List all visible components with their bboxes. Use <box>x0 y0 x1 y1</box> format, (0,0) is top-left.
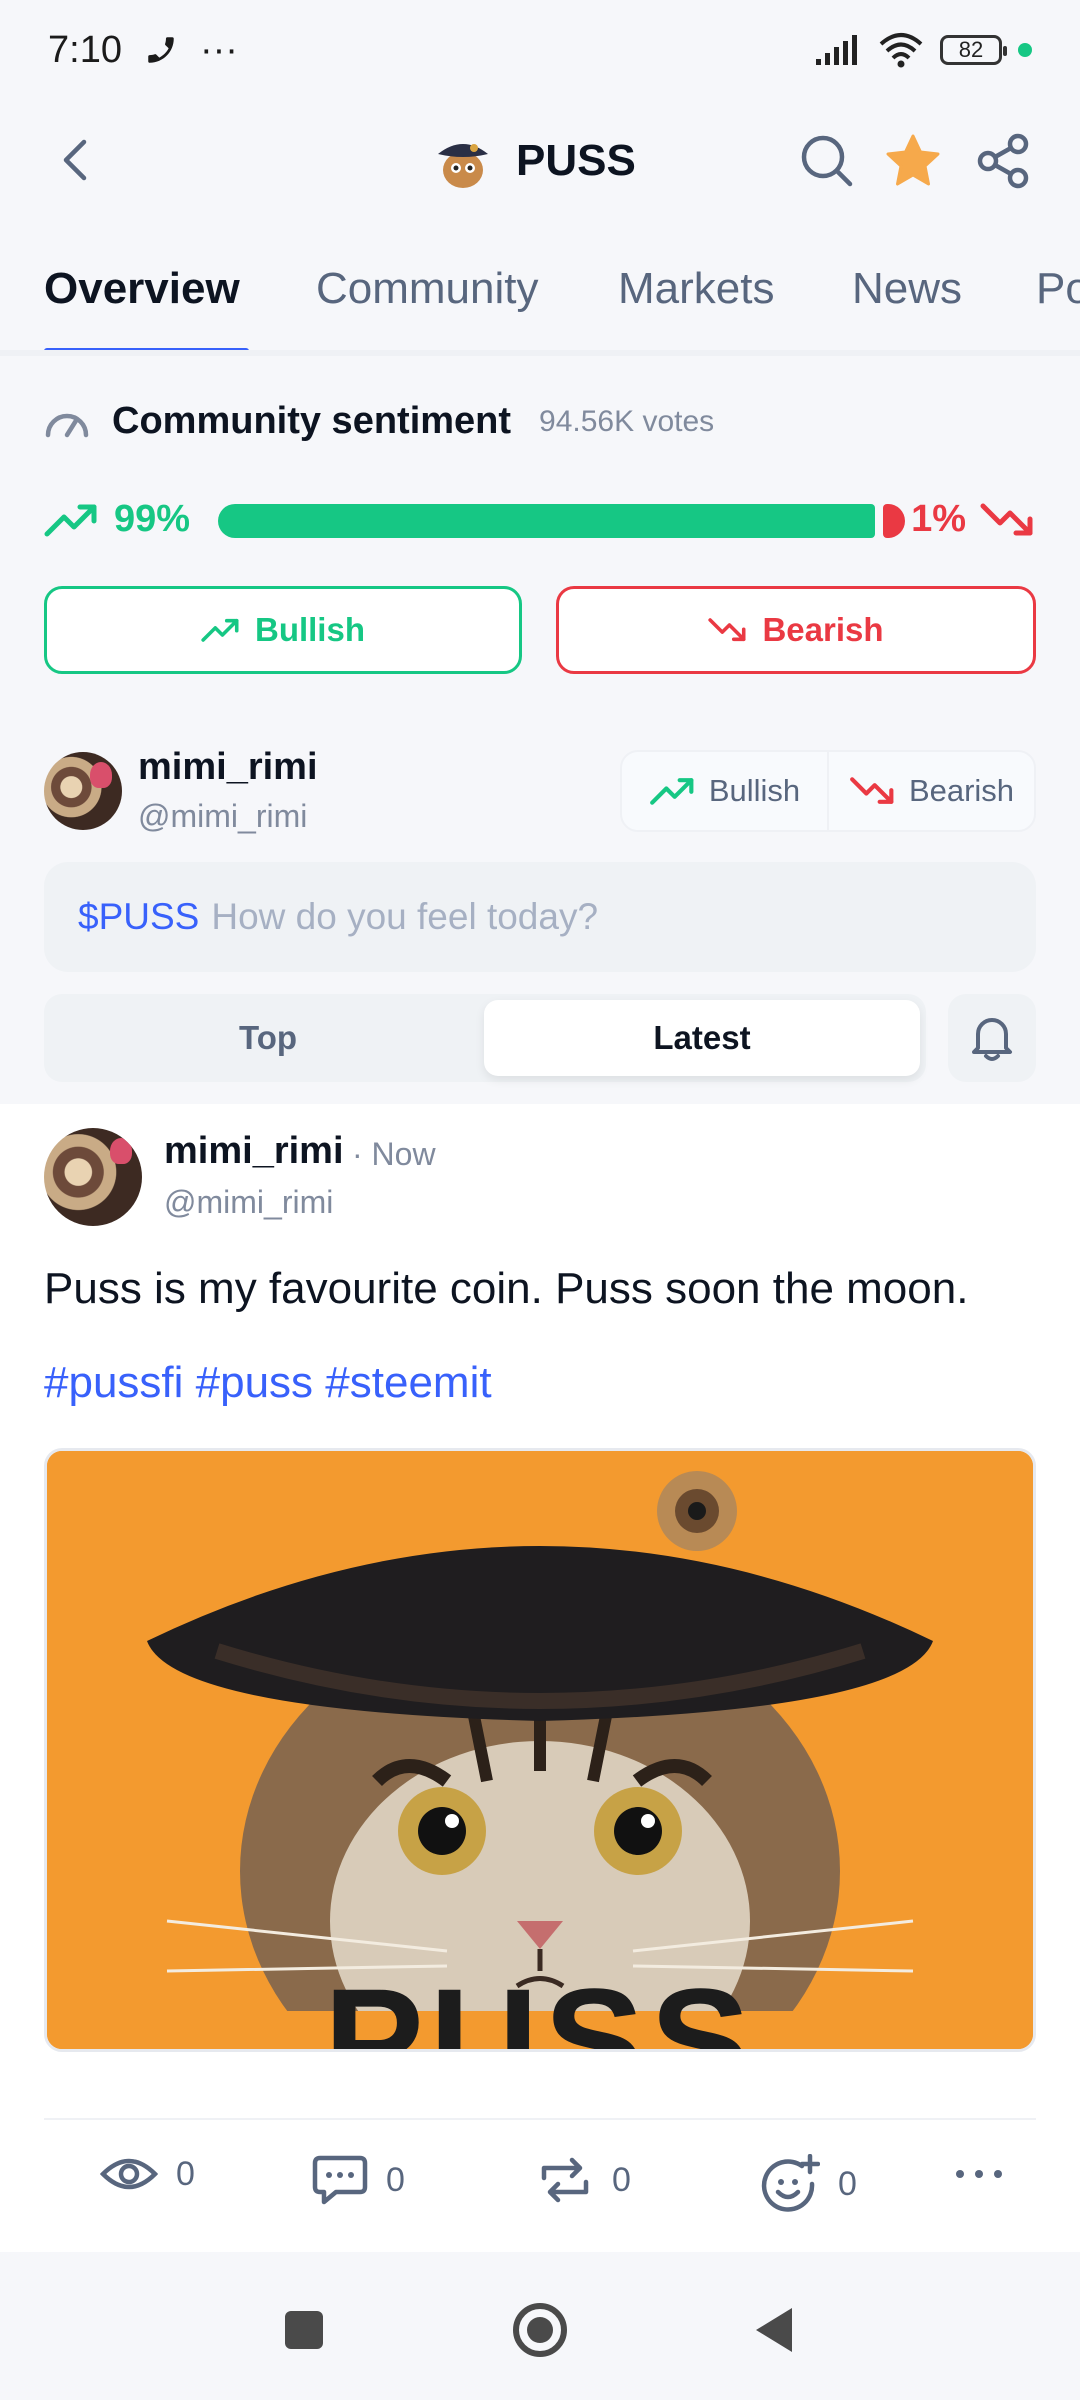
more-icon <box>956 2170 1002 2178</box>
comment-action[interactable]: 0 <box>312 2154 405 2206</box>
tag-bearish-button[interactable]: Bearish <box>827 752 1034 830</box>
system-nav-bar <box>0 2268 1080 2400</box>
sentiment-header: Community sentiment 94.56K votes <box>44 400 714 443</box>
reactions-count: 0 <box>838 2164 857 2203</box>
repost-icon <box>541 2157 589 2203</box>
comments-count: 0 <box>386 2160 405 2199</box>
notification-button[interactable] <box>948 994 1036 1082</box>
coin-logo-icon <box>438 144 488 188</box>
tab-overview[interactable]: Overview <box>44 264 240 314</box>
top-header: PUSS <box>0 110 1080 210</box>
composer-placeholder: How do you feel today? <box>211 896 599 937</box>
tab-community[interactable]: Community <box>316 264 539 314</box>
post-body: Puss is my favourite coin. Puss soon the… <box>44 1264 969 1313</box>
feed-sort-control: Top Latest <box>44 994 926 1082</box>
vote-bearish-button[interactable]: Bearish <box>556 586 1036 674</box>
trend-down-icon <box>980 503 1033 535</box>
section-tabs: Overview Community Markets News Po <box>0 240 1080 356</box>
bearish-percentage: 1% <box>911 498 1036 541</box>
privacy-indicator <box>1018 43 1032 57</box>
phone-icon <box>148 37 174 63</box>
avatar[interactable] <box>44 1128 142 1226</box>
battery-icon: 82 <box>940 35 1007 65</box>
tab-news[interactable]: News <box>852 264 962 314</box>
trend-down-icon <box>708 618 746 642</box>
avatar <box>44 752 122 830</box>
bearish-pct-text: 1% <box>911 498 966 540</box>
bell-icon <box>972 1018 1012 1061</box>
wifi-icon <box>879 33 923 68</box>
active-tab-indicator <box>44 348 249 350</box>
tab-portfolio[interactable]: Po <box>1036 264 1080 314</box>
comment-icon <box>312 2155 368 2205</box>
recents-icon[interactable] <box>282 2308 326 2352</box>
composer-ticker: $PUSS <box>78 896 200 937</box>
image-caption: PUSS <box>323 1957 757 2052</box>
sentiment-title: Community sentiment <box>112 400 512 442</box>
sentiment-votes: 94.56K votes <box>539 404 715 438</box>
tag-bearish-label: Bearish <box>908 773 1015 808</box>
tag-bullish-label: Bullish <box>708 773 801 808</box>
post-hashtags[interactable]: #pussfi #puss #steemit <box>44 1358 492 1408</box>
gauge-icon <box>45 413 89 437</box>
post-composer-input[interactable]: $PUSS How do you feel today? <box>44 862 1036 972</box>
post-card[interactable]: mimi_rimi · Now @mimi_rimi Puss is my fa… <box>0 1104 1080 2252</box>
trend-down-icon <box>850 777 894 804</box>
signal-icon <box>816 35 857 65</box>
views-action[interactable]: 0 <box>100 2154 195 2194</box>
more-options-action[interactable] <box>954 2154 1004 2194</box>
sentiment-bar: 99% 1% <box>44 492 1036 552</box>
tag-bullish-button[interactable]: Bullish <box>622 752 827 830</box>
sort-latest-button[interactable]: Latest <box>484 1000 920 1076</box>
sort-top-button[interactable]: Top <box>50 1000 486 1076</box>
repost-action[interactable]: 0 <box>536 2154 631 2206</box>
search-icon[interactable] <box>798 132 856 190</box>
status-time: 7:10 <box>48 28 122 71</box>
star-icon[interactable] <box>884 132 942 190</box>
divider <box>44 2118 1036 2120</box>
reposts-count: 0 <box>612 2160 631 2199</box>
post-actions: 0 0 0 0 <box>0 2154 1080 2234</box>
composer-user-row: mimi_rimi @mimi_rimi Bullish Bearish <box>44 746 1036 836</box>
post-username[interactable]: mimi_rimi <box>164 1130 344 1173</box>
bullish-bar <box>218 504 875 538</box>
bullish-pct-text: 99% <box>114 498 191 540</box>
sentiment-tag-toggle: Bullish Bearish <box>620 750 1036 832</box>
back-icon[interactable] <box>56 136 96 184</box>
add-reaction-icon <box>761 2154 820 2212</box>
post-time: · Now <box>352 1136 436 1172</box>
tab-markets[interactable]: Markets <box>618 264 774 314</box>
vote-bullish-label: Bullish <box>254 611 365 648</box>
trend-up-icon <box>201 618 239 642</box>
battery-level: 82 <box>958 37 984 62</box>
trend-up-icon <box>649 778 694 805</box>
vote-bullish-button[interactable]: Bullish <box>44 586 522 674</box>
back-nav-icon[interactable] <box>752 2304 796 2356</box>
composer-username: mimi_rimi <box>138 746 318 788</box>
vote-bearish-label: Bearish <box>762 611 884 648</box>
reaction-action[interactable]: 0 <box>760 2154 857 2214</box>
bearish-bar <box>883 504 905 538</box>
views-count: 0 <box>176 2154 195 2193</box>
eye-icon <box>100 2158 158 2190</box>
post-image[interactable]: PUSS <box>44 1448 1036 2052</box>
post-handle: @mimi_rimi <box>164 1184 334 1220</box>
bullish-percentage: 99% <box>44 498 190 541</box>
page-title: PUSS <box>516 136 636 185</box>
trend-up-icon <box>44 504 97 536</box>
share-icon[interactable] <box>974 132 1032 190</box>
status-bar: 7:10 ··· 82 <box>0 0 1080 100</box>
composer-handle: @mimi_rimi <box>138 798 308 834</box>
home-icon[interactable] <box>510 2300 570 2360</box>
status-more: ··· <box>199 28 238 71</box>
